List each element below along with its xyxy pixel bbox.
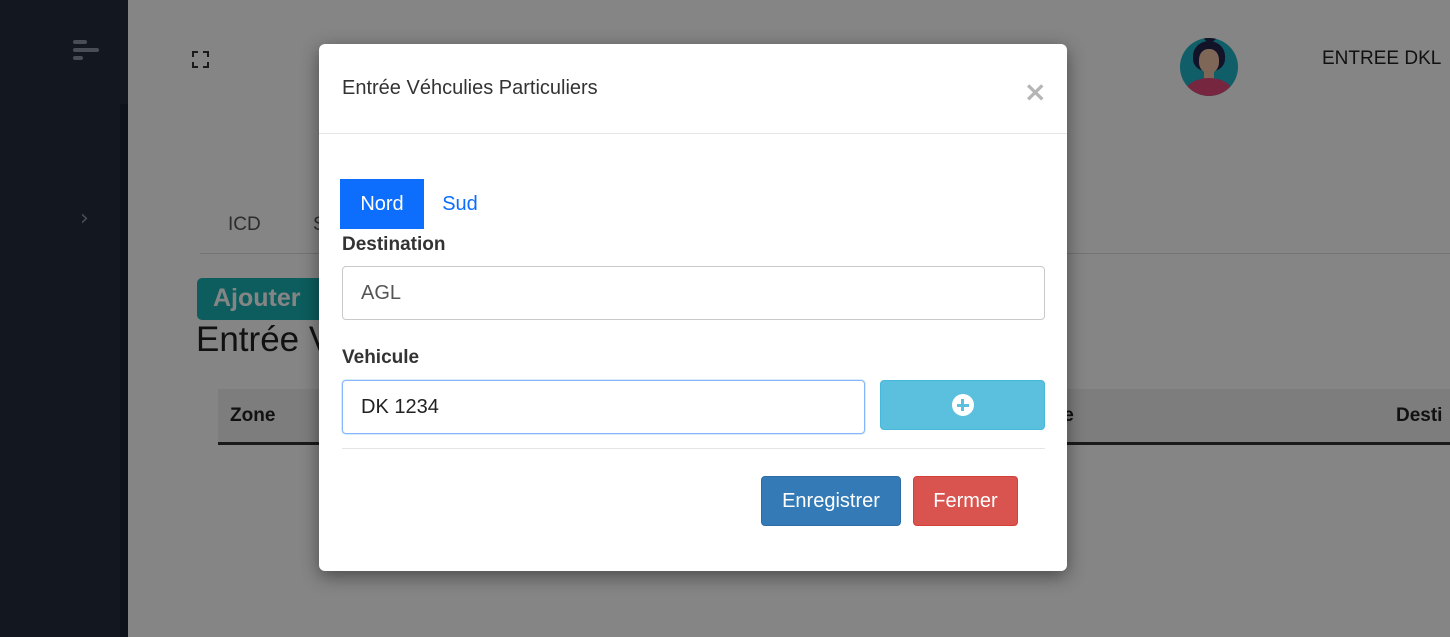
tab-nord[interactable]: Nord — [340, 179, 424, 229]
vehicule-input[interactable] — [342, 380, 865, 434]
modal-header: Entrée Véhculies Particuliers × — [319, 44, 1067, 134]
app: › ENTREE DKL ICD S Ajouter Entrée V Zone… — [0, 0, 1450, 637]
modal-title: Entrée Véhculies Particuliers — [342, 77, 598, 99]
modal-footer-divider — [342, 448, 1045, 449]
destination-input[interactable] — [342, 266, 1045, 320]
save-button[interactable]: Enregistrer — [761, 476, 901, 526]
entry-modal: Entrée Véhculies Particuliers × Nord Sud… — [319, 44, 1067, 571]
destination-label: Destination — [342, 234, 446, 255]
close-icon[interactable]: × — [1024, 78, 1047, 106]
vehicule-label: Vehicule — [342, 347, 420, 368]
plus-circle-icon — [951, 394, 974, 416]
tab-sud[interactable]: Sud — [424, 179, 496, 229]
add-vehicule-button[interactable] — [880, 380, 1045, 430]
close-button[interactable]: Fermer — [913, 476, 1018, 526]
